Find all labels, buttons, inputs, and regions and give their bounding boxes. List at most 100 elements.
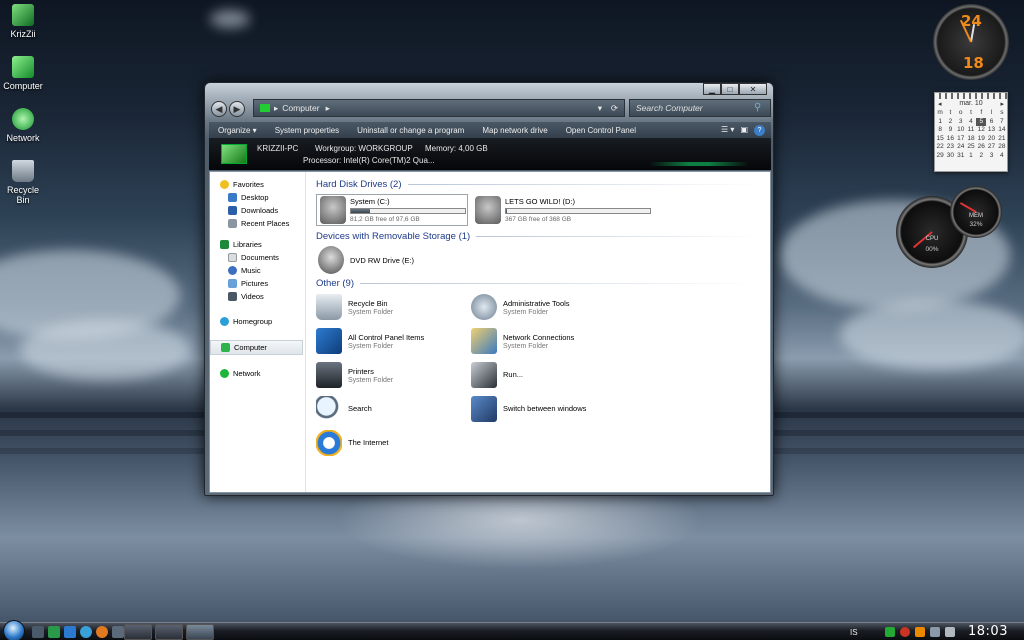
nav-libraries[interactable]: Libraries	[210, 238, 305, 251]
calendar-day[interactable]: 12	[976, 126, 986, 135]
tray-network-icon[interactable]	[929, 627, 940, 637]
tray-green-icon[interactable]	[884, 627, 895, 637]
calendar-next-icon[interactable]: ▸	[1000, 100, 1004, 108]
map-network-drive-button[interactable]: Map network drive	[473, 126, 556, 135]
drive-c[interactable]: System (C:) 81,2 GB free of 97,6 GB	[316, 194, 468, 226]
taskbar-explorer-button[interactable]	[186, 624, 214, 640]
calendar-day[interactable]: 28	[997, 143, 1007, 152]
nav-documents[interactable]: Documents	[210, 251, 305, 264]
calendar-day[interactable]: 31	[956, 152, 966, 161]
item-control-panel[interactable]: All Control Panel Items System Folder	[316, 327, 471, 355]
browser-quicklaunch-icon[interactable]	[80, 626, 92, 638]
calendar-day[interactable]: 19	[976, 135, 986, 144]
breadcrumb-computer[interactable]: Computer	[282, 103, 319, 113]
forward-button[interactable]: ▶	[229, 101, 245, 117]
calendar-day[interactable]: 6	[986, 118, 996, 127]
show-desktop-icon[interactable]	[32, 626, 44, 638]
calendar-day[interactable]: 9	[945, 126, 955, 135]
item-network-connections[interactable]: Network Connections System Folder	[471, 327, 626, 355]
nav-videos[interactable]: Videos	[210, 290, 305, 303]
tray-orange-icon[interactable]	[914, 627, 925, 637]
language-indicator[interactable]: IS	[850, 628, 858, 637]
calendar-day[interactable]: 4	[966, 118, 976, 127]
calendar-day[interactable]: 26	[976, 143, 986, 152]
calendar-day[interactable]: 29	[935, 152, 945, 161]
calendar-day[interactable]: 22	[935, 143, 945, 152]
tray-volume-icon[interactable]	[944, 627, 955, 637]
breadcrumb-chevron-icon[interactable]: ▸	[326, 103, 330, 114]
calendar-day[interactable]: 16	[945, 135, 955, 144]
firefox-quicklaunch-icon[interactable]	[96, 626, 108, 638]
calendar-day[interactable]: 8	[935, 126, 945, 135]
close-button[interactable]: ✕	[739, 83, 767, 95]
help-icon[interactable]: ?	[754, 124, 765, 136]
tray-red-icon[interactable]	[899, 627, 910, 637]
item-search[interactable]: Search	[316, 395, 471, 423]
minimize-button[interactable]: ▁	[703, 83, 721, 95]
calendar-day[interactable]: 25	[966, 143, 976, 152]
address-bar[interactable]: ▸ Computer ▸ ▾ ⟳	[253, 99, 625, 117]
calendar-day[interactable]: 24	[956, 143, 966, 152]
refresh-icon[interactable]: ⟳	[611, 103, 618, 114]
search-icon[interactable]: ⚲	[754, 102, 766, 114]
nav-music[interactable]: Music	[210, 264, 305, 277]
calendar-day[interactable]: 23	[945, 143, 955, 152]
address-dropdown-icon[interactable]: ▾	[598, 103, 602, 114]
drive-d[interactable]: LETS GO WILD! (D:) 367 GB free of 368 GB	[472, 194, 651, 226]
nav-pictures[interactable]: Pictures	[210, 277, 305, 290]
calendar-day[interactable]: 1	[966, 152, 976, 161]
uninstall-program-button[interactable]: Uninstall or change a program	[348, 126, 473, 135]
start-button[interactable]	[3, 620, 25, 640]
view-options-icon[interactable]: ☰ ▾	[721, 125, 734, 136]
item-recycle-bin[interactable]: Recycle Bin System Folder	[316, 293, 471, 321]
nav-homegroup[interactable]: Homegroup	[210, 315, 305, 328]
desktop-icon-krizzii[interactable]: KrizZii	[0, 4, 46, 39]
nav-recent-places[interactable]: Recent Places	[210, 217, 305, 230]
nav-favorites[interactable]: Favorites	[210, 178, 305, 191]
calendar-day[interactable]: 15	[935, 135, 945, 144]
item-switch-windows[interactable]: Switch between windows	[471, 395, 626, 423]
calendar-day[interactable]: 2	[976, 152, 986, 161]
memory-meter-gadget[interactable]: MEM 32%	[950, 186, 1002, 238]
calendar-day[interactable]: 2	[945, 118, 955, 127]
calendar-day[interactable]: 5	[976, 117, 987, 127]
calendar-prev-icon[interactable]: ◂	[938, 100, 942, 108]
calendar-day[interactable]: 27	[986, 143, 996, 152]
item-administrative-tools[interactable]: Administrative Tools System Folder	[471, 293, 626, 321]
taskbar-clock[interactable]: 18:03	[968, 624, 1008, 639]
calendar-day[interactable]: 14	[997, 126, 1007, 135]
calendar-day[interactable]: 18	[966, 135, 976, 144]
calendar-day[interactable]: 30	[945, 152, 955, 161]
maximize-button[interactable]: □	[721, 83, 739, 95]
explorer-quicklaunch-icon[interactable]	[48, 626, 60, 638]
calendar-day[interactable]: 4	[997, 152, 1007, 161]
nav-computer[interactable]: Computer	[210, 340, 303, 355]
organize-button[interactable]: Organize ▾	[209, 126, 266, 135]
section-other[interactable]: Other (9)	[316, 278, 760, 289]
calendar-day[interactable]: 1	[935, 118, 945, 127]
back-button[interactable]: ◀	[211, 101, 227, 117]
open-control-panel-button[interactable]: Open Control Panel	[557, 126, 645, 135]
media-player-icon[interactable]	[64, 626, 76, 638]
calendar-day[interactable]: 7	[997, 118, 1007, 127]
desktop-icon-recycle-bin[interactable]: Recycle Bin	[0, 160, 46, 205]
clock-gadget[interactable]: 24 18	[933, 4, 1009, 80]
calendar-day[interactable]: 11	[966, 126, 976, 135]
item-run[interactable]: Run...	[471, 361, 626, 389]
desktop-icon-network[interactable]: Network	[0, 108, 46, 143]
nav-network[interactable]: Network	[210, 367, 305, 380]
calendar-day[interactable]: 3	[986, 152, 996, 161]
calendar-gadget[interactable]: ◂ mar. 10 ▸ m t o t f l s 1 2 3 4 5 6 7 8 9 10 11 12 13 14 15…	[934, 92, 1008, 172]
item-the-internet[interactable]: The Internet	[316, 429, 471, 457]
taskbar-firefox-button[interactable]	[155, 624, 183, 640]
calendar-day[interactable]: 3	[956, 118, 966, 127]
drive-e[interactable]: DVD RW Drive (E:)	[318, 246, 760, 274]
nav-desktop[interactable]: Desktop	[210, 191, 305, 204]
calendar-day[interactable]: 10	[956, 126, 966, 135]
section-hard-disk-drives[interactable]: Hard Disk Drives (2)	[316, 179, 760, 190]
item-printers[interactable]: Printers System Folder	[316, 361, 471, 389]
nav-downloads[interactable]: Downloads	[210, 204, 305, 217]
section-removable-storage[interactable]: Devices with Removable Storage (1)	[316, 231, 760, 242]
taskbar-app-button[interactable]	[124, 624, 152, 640]
app-quicklaunch-icon[interactable]	[112, 626, 124, 638]
